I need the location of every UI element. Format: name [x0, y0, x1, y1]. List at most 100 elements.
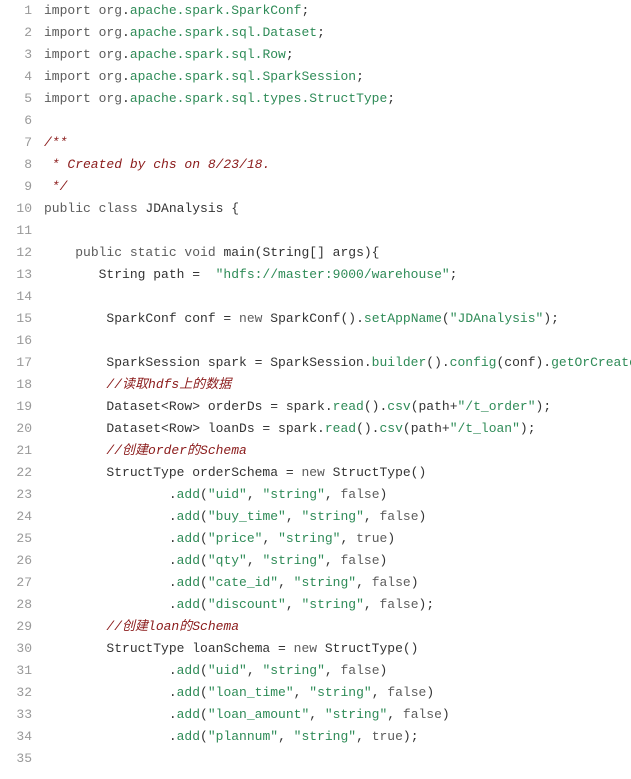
line-number: 24 — [0, 506, 32, 528]
line-number: 17 — [0, 352, 32, 374]
token-punct: ( — [200, 575, 208, 590]
token-ident: . — [44, 597, 177, 612]
token-punct: , — [325, 487, 341, 502]
line-number: 21 — [0, 440, 32, 462]
token-punct: , — [262, 531, 278, 546]
line-number: 8 — [0, 154, 32, 176]
token-punct: ; — [301, 3, 309, 18]
token-punct: , — [286, 597, 302, 612]
token-method: csv — [387, 399, 410, 414]
line-number: 20 — [0, 418, 32, 440]
code-line: String path = "hdfs://master:9000/wareho… — [44, 264, 631, 286]
line-number: 12 — [0, 242, 32, 264]
token-method: add — [177, 597, 200, 612]
code-line: import org.apache.spark.sql.SparkSession… — [44, 66, 631, 88]
token-comment: //读取hdfs上的数据 — [106, 377, 231, 392]
token-str: "plannum" — [208, 729, 278, 744]
token-punct: ) — [426, 685, 434, 700]
token-punct: ); — [520, 421, 536, 436]
line-number: 9 — [0, 176, 32, 198]
code-line: .add("uid", "string", false) — [44, 484, 631, 506]
token-ident: (). — [356, 421, 379, 436]
code-line: //创建loan的Schema — [44, 616, 631, 638]
token-punct: ) — [411, 575, 419, 590]
code-line: import org.apache.spark.sql.Dataset; — [44, 22, 631, 44]
token-ident: . — [44, 729, 177, 744]
token-str: "loan_amount" — [208, 707, 309, 722]
token-bool: false — [380, 597, 419, 612]
token-ident: . — [44, 553, 177, 568]
token-method: config — [450, 355, 497, 370]
token-method: add — [177, 531, 200, 546]
token-ident: StructType loanSchema = — [44, 641, 294, 656]
token-punct: ( — [200, 663, 208, 678]
token-ident: StructType() — [325, 641, 419, 656]
token-kw: import — [44, 69, 99, 84]
token-ident: SparkConf(). — [270, 311, 364, 326]
token-ident — [44, 377, 106, 392]
token-punct: , — [340, 531, 356, 546]
token-bool: true — [372, 729, 403, 744]
token-ident: Dataset<Row> loanDs = spark. — [44, 421, 325, 436]
token-ident: . — [44, 487, 177, 502]
code-line: .add("uid", "string", false) — [44, 660, 631, 682]
token-pkg-pre: org — [99, 91, 122, 106]
token-method: add — [177, 553, 200, 568]
line-number: 16 — [0, 330, 32, 352]
code-line: //创建order的Schema — [44, 440, 631, 462]
token-str: "string" — [294, 575, 356, 590]
token-punct: ) — [380, 487, 388, 502]
line-number: 15 — [0, 308, 32, 330]
token-ident — [44, 245, 75, 260]
line-number: 2 — [0, 22, 32, 44]
token-punct: ) — [387, 531, 395, 546]
token-punct: , — [309, 707, 325, 722]
line-number: 1 — [0, 0, 32, 22]
code-line: StructType loanSchema = new StructType() — [44, 638, 631, 660]
token-punct: , — [278, 729, 294, 744]
code-line — [44, 110, 631, 132]
token-pkg-pre: org — [99, 69, 122, 84]
token-str: "cate_id" — [208, 575, 278, 590]
token-punct: ); — [403, 729, 419, 744]
line-number: 32 — [0, 682, 32, 704]
token-pkg-pre: org — [99, 47, 122, 62]
token-punct: , — [364, 597, 380, 612]
token-punct: . — [122, 69, 130, 84]
token-punct: ( — [200, 531, 208, 546]
token-punct: ; — [387, 91, 395, 106]
token-punct: ); — [419, 597, 435, 612]
line-number: 10 — [0, 198, 32, 220]
token-pkg: apache.spark.sql.types.StructType — [130, 91, 387, 106]
token-punct: . — [122, 91, 130, 106]
token-ident: JDAnalysis { — [145, 201, 239, 216]
token-ident: (). — [364, 399, 387, 414]
token-bool: false — [372, 575, 411, 590]
token-ident: main(String[] args){ — [223, 245, 379, 260]
line-number: 27 — [0, 572, 32, 594]
code-line: .add("qty", "string", false) — [44, 550, 631, 572]
token-ident: StructType() — [333, 465, 427, 480]
token-method: add — [177, 575, 200, 590]
token-str: "discount" — [208, 597, 286, 612]
line-number: 11 — [0, 220, 32, 242]
token-bool: false — [403, 707, 442, 722]
token-str: "string" — [325, 707, 387, 722]
token-punct: , — [356, 575, 372, 590]
token-punct: , — [247, 487, 263, 502]
token-str: "string" — [301, 509, 363, 524]
line-number: 35 — [0, 748, 32, 770]
token-method: add — [177, 663, 200, 678]
token-comment: //创建loan的Schema — [106, 619, 239, 634]
token-punct: , — [372, 685, 388, 700]
token-str: "loan_time" — [208, 685, 294, 700]
token-pkg-pre: org — [99, 3, 122, 18]
token-punct: , — [325, 663, 341, 678]
code-line: SparkSession spark = SparkSession.builde… — [44, 352, 631, 374]
token-punct: , — [294, 685, 310, 700]
line-number: 3 — [0, 44, 32, 66]
token-pkg: apache.spark.SparkConf — [130, 3, 302, 18]
code-line: .add("price", "string", true) — [44, 528, 631, 550]
token-punct: ( — [442, 311, 450, 326]
token-method: builder — [372, 355, 427, 370]
